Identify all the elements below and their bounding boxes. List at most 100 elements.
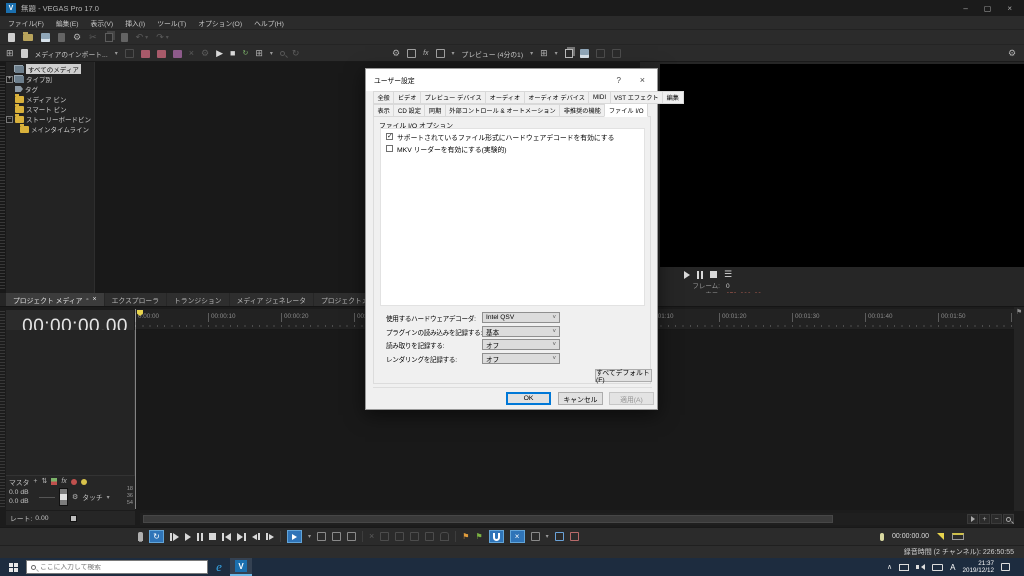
- tab-deprecated-features[interactable]: 非推奨の機能: [559, 104, 606, 117]
- chevron-down-icon[interactable]: ▾: [555, 50, 558, 57]
- mkv-reader-option[interactable]: MKV リーダーを有効にする(実験的): [386, 144, 644, 154]
- envelope-tool-icon[interactable]: [317, 532, 327, 541]
- tab-audio[interactable]: オーディオ: [485, 91, 525, 104]
- collapse-minus-icon[interactable]: −: [6, 115, 13, 123]
- copy-icon[interactable]: [104, 32, 113, 42]
- minimize-button[interactable]: –: [963, 4, 967, 13]
- rate-slider-handle[interactable]: [69, 514, 77, 522]
- overlays-grid-icon[interactable]: ⊞: [540, 49, 548, 58]
- preview-menu-icon[interactable]: ☰: [724, 270, 732, 279]
- refresh-icon[interactable]: ↻: [292, 49, 300, 58]
- close-tab-icon[interactable]: ×: [93, 296, 97, 303]
- menu-edit[interactable]: 編集(E): [56, 18, 79, 28]
- preview-settings-gear-icon[interactable]: ⚙: [392, 49, 400, 58]
- search-input[interactable]: [40, 563, 190, 571]
- extract-audio-icon[interactable]: [140, 49, 150, 58]
- undock-icon[interactable]: ▫: [86, 297, 88, 303]
- action-center-icon[interactable]: [1001, 563, 1010, 571]
- slip-trim-icon[interactable]: [569, 532, 579, 541]
- read-log-select[interactable]: オフ ˅: [482, 339, 560, 350]
- menu-insert[interactable]: 挿入(I): [125, 18, 145, 28]
- tab-file-io[interactable]: ファイル I/O: [604, 103, 649, 117]
- channel-split-icon[interactable]: ⇅: [41, 478, 47, 485]
- tree-item-tags[interactable]: タグ: [6, 84, 94, 94]
- capture-video-icon[interactable]: [124, 49, 134, 58]
- menu-file[interactable]: ファイル(F): [8, 18, 44, 28]
- tab-display[interactable]: 表示: [373, 104, 395, 117]
- tree-item-main-timeline[interactable]: メインタイムライン: [6, 123, 94, 134]
- go-to-end-button[interactable]: [237, 532, 246, 541]
- pause-button[interactable]: [197, 532, 203, 541]
- close-button[interactable]: ×: [1007, 4, 1012, 13]
- video-preview-screen[interactable]: [660, 64, 1024, 267]
- snap-toggle-button[interactable]: [488, 530, 504, 543]
- dialog-close-icon[interactable]: ×: [640, 75, 645, 85]
- mute-icon[interactable]: [70, 478, 77, 485]
- tab-audio-device[interactable]: オーディオ デバイス: [523, 91, 590, 104]
- preview-start-icon[interactable]: ▶: [216, 49, 223, 58]
- chevron-down-icon[interactable]: ▾: [270, 50, 273, 57]
- device-explorer-icon[interactable]: [172, 49, 182, 58]
- taskbar-search[interactable]: [26, 560, 208, 574]
- import-media-button[interactable]: メディアのインポート...: [35, 49, 108, 59]
- split-x-icon[interactable]: ×: [369, 532, 374, 541]
- chevron-down-icon[interactable]: ▾: [107, 494, 110, 501]
- tree-item-media-bin[interactable]: メディア ビン: [6, 93, 94, 104]
- compare-icon[interactable]: [611, 49, 621, 58]
- automation-gear-icon[interactable]: ⚙: [72, 494, 78, 501]
- tree-item-smart-bin[interactable]: スマート ビン: [6, 103, 94, 114]
- preview-quality-dropdown[interactable]: プレビュー (4分の1): [462, 49, 524, 59]
- tab-project-media[interactable]: プロジェクト メディア ▫ ×: [6, 293, 104, 306]
- zoom-edit-tool-icon[interactable]: [347, 532, 357, 541]
- cancel-button[interactable]: キャンセル: [558, 392, 603, 405]
- list-views-icon[interactable]: ⊞: [255, 49, 263, 58]
- maximize-button[interactable]: ▢: [984, 4, 992, 13]
- quantize-frames-icon[interactable]: [554, 532, 564, 541]
- volume-icon[interactable]: [916, 564, 926, 570]
- taskbar-item-ie[interactable]: e: [208, 558, 230, 576]
- record-mic-icon[interactable]: [138, 532, 143, 541]
- normal-edit-tool-button[interactable]: [287, 530, 302, 543]
- play-icon[interactable]: [684, 270, 690, 279]
- undo-button[interactable]: ↶ ▾: [136, 32, 149, 42]
- zoom-in-icon[interactable]: +: [979, 514, 990, 524]
- tab-transitions[interactable]: トランジション: [167, 293, 229, 306]
- ime-indicator[interactable]: A: [950, 563, 955, 572]
- master-fader-handle[interactable]: [59, 488, 68, 506]
- stop-icon[interactable]: [710, 271, 717, 278]
- search-media-icon[interactable]: [279, 51, 285, 56]
- previous-frame-button[interactable]: [252, 533, 260, 540]
- video-fx-icon[interactable]: fx: [423, 50, 428, 57]
- dialog-help-icon[interactable]: ?: [617, 76, 621, 85]
- tab-external-control[interactable]: 外部コントロール & オートメーション: [444, 104, 561, 117]
- chevron-down-icon[interactable]: ▾: [308, 533, 311, 540]
- fade-out-icon[interactable]: [425, 532, 435, 541]
- menu-view[interactable]: 表示(V): [91, 18, 114, 28]
- insert-marker-flag-icon[interactable]: ⚑: [462, 532, 469, 541]
- chevron-down-icon[interactable]: ▾: [115, 50, 118, 57]
- dialog-title-bar[interactable]: ユーザー設定 ? ×: [366, 69, 657, 91]
- tab-explorer[interactable]: エクスプローラ: [104, 293, 166, 306]
- plugin-load-log-select[interactable]: 基本 ˅: [482, 326, 560, 337]
- play-button[interactable]: [185, 532, 191, 541]
- new-project-icon[interactable]: [8, 32, 15, 42]
- save-project-icon[interactable]: [41, 32, 50, 42]
- apply-button[interactable]: 適用(A): [609, 392, 654, 405]
- taskbar-item-vegas[interactable]: V: [230, 558, 252, 576]
- loop-playback-button[interactable]: ↻: [149, 530, 164, 543]
- tab-preview-device[interactable]: プレビュー デバイス: [419, 91, 487, 104]
- marker-tool-icon[interactable]: [880, 532, 885, 541]
- auto-preview-icon[interactable]: ↻: [242, 50, 248, 57]
- paste-icon[interactable]: [120, 32, 128, 42]
- tab-general[interactable]: 全般: [373, 91, 395, 104]
- panel-grab-handle[interactable]: [0, 66, 5, 289]
- menu-tools[interactable]: ツール(T): [157, 18, 186, 28]
- timeline-horizontal-scrollbar[interactable]: + −: [140, 513, 1014, 525]
- project-properties-gear-icon[interactable]: ⚙: [73, 32, 81, 42]
- tab-sync[interactable]: 同期: [424, 104, 446, 117]
- panel-grab-handle[interactable]: [0, 311, 5, 507]
- stop-button[interactable]: [209, 533, 216, 540]
- automation-mode[interactable]: タッチ: [82, 492, 102, 502]
- touch-keyboard-icon[interactable]: [932, 563, 944, 571]
- chevron-down-icon[interactable]: ▾: [546, 533, 549, 540]
